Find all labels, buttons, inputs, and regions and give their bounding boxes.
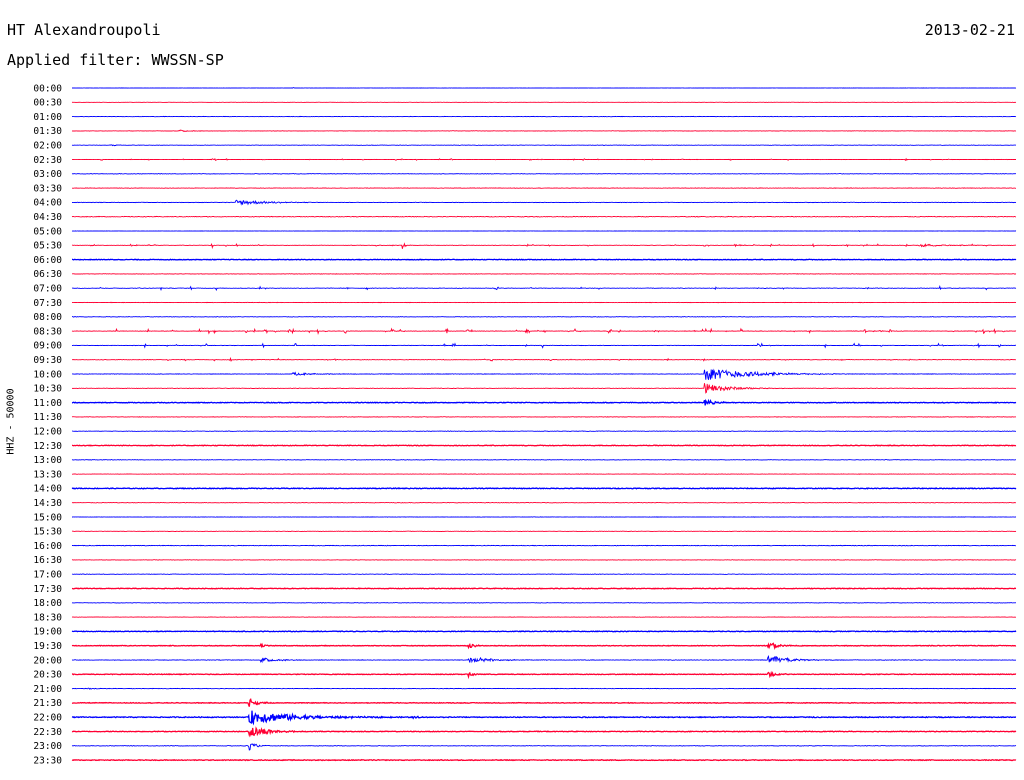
trace-1730 [71, 587, 1017, 590]
tick-label-0130: 01:30 [33, 126, 62, 137]
tick-label-0200: 02:00 [33, 141, 62, 152]
tick-label-0330: 03:30 [33, 183, 62, 194]
trace-lines [71, 87, 1017, 762]
tick-label-0030: 00:30 [33, 98, 62, 109]
tick-label-0500: 05:00 [33, 226, 62, 237]
trace-1000 [72, 368, 1017, 380]
trace-0600 [72, 258, 1017, 261]
tick-label-1000: 10:00 [33, 369, 62, 380]
tick-label-1900: 19:00 [33, 627, 62, 638]
trace-0530 [71, 242, 1017, 250]
trace-0400 [71, 199, 1017, 206]
tick-label-0630: 06:30 [33, 269, 62, 280]
tick-label-1100: 11:00 [33, 398, 62, 409]
trace-1030 [71, 383, 1017, 394]
trace-0500 [71, 229, 1017, 232]
trace-0000 [72, 87, 1017, 89]
trace-0200 [71, 144, 1017, 147]
tick-label-2000: 20:00 [33, 655, 62, 666]
trace-1400 [71, 487, 1017, 490]
tick-label-0600: 06:00 [33, 255, 62, 266]
trace-0700 [71, 285, 1017, 292]
tick-label-0730: 07:30 [33, 298, 62, 309]
trace-2030 [71, 670, 1017, 680]
tick-label-0700: 07:00 [33, 284, 62, 295]
tick-label-0930: 09:30 [33, 355, 62, 366]
tick-label-1130: 11:30 [33, 412, 62, 423]
tick-label-2330: 23:30 [33, 755, 62, 766]
tick-label-2100: 21:00 [33, 684, 62, 695]
trace-2200 [71, 710, 1017, 726]
trace-0930 [72, 356, 1017, 363]
tick-label-1400: 14:00 [33, 484, 62, 495]
trace-0130 [71, 129, 1017, 133]
tick-label-0230: 02:30 [33, 155, 62, 166]
tick-label-0300: 03:00 [33, 169, 62, 180]
trace-2300 [71, 743, 1017, 751]
trace-2100 [71, 687, 1017, 690]
trace-2130 [71, 698, 1017, 707]
tick-label-1530: 15:30 [33, 527, 62, 538]
tick-label-0530: 05:30 [33, 241, 62, 252]
tick-label-1800: 18:00 [33, 598, 62, 609]
tick-label-1630: 16:30 [33, 555, 62, 566]
tick-label-0430: 04:30 [33, 212, 62, 223]
tick-label-1430: 14:30 [33, 498, 62, 509]
tick-label-1600: 16:00 [33, 541, 62, 552]
tick-label-2130: 21:30 [33, 698, 62, 709]
tick-label-2200: 22:00 [33, 713, 62, 724]
trace-1900 [71, 630, 1017, 633]
trace-2000 [71, 654, 1017, 664]
tick-label-2300: 23:00 [33, 741, 62, 752]
trace-2330 [71, 758, 1017, 762]
tick-label-1330: 13:30 [33, 469, 62, 480]
tick-label-1830: 18:30 [33, 612, 62, 623]
tick-label-1700: 17:00 [33, 570, 62, 581]
tick-label-1500: 15:00 [33, 512, 62, 523]
tick-label-2030: 20:30 [33, 670, 62, 681]
tick-label-0900: 09:00 [33, 341, 62, 352]
trace-2230 [71, 726, 1017, 738]
tick-label-1730: 17:30 [33, 584, 62, 595]
tick-label-0100: 01:00 [33, 112, 62, 123]
trace-1230 [72, 444, 1017, 447]
trace-0230 [71, 157, 1016, 162]
tick-label-1030: 10:30 [33, 384, 62, 395]
tick-label-1300: 13:00 [33, 455, 62, 466]
tick-label-0830: 08:30 [33, 326, 62, 337]
tick-label-0800: 08:00 [33, 312, 62, 323]
trace-0900 [71, 342, 1017, 349]
seismogram-plot: 00:00 00:30 01:00 01:30 02:00 02:30 03:00 03:30… [33, 83, 1017, 766]
tick-label-1200: 12:00 [33, 427, 62, 438]
tick-label-2230: 22:30 [33, 727, 62, 738]
trace-0830 [71, 327, 1017, 336]
trace-0430 [71, 215, 1017, 218]
trace-1930 [71, 642, 1017, 651]
tick-label-1930: 19:30 [33, 641, 62, 652]
trace-1600 [71, 544, 1017, 547]
time-tick-labels: 00:00 00:30 01:00 01:30 02:00 02:30 03:00 03:30… [33, 83, 62, 766]
tick-label-0400: 04:00 [33, 198, 62, 209]
tick-label-0000: 00:00 [33, 83, 62, 94]
trace-1100 [71, 398, 1017, 406]
tick-label-1230: 12:30 [33, 441, 62, 452]
